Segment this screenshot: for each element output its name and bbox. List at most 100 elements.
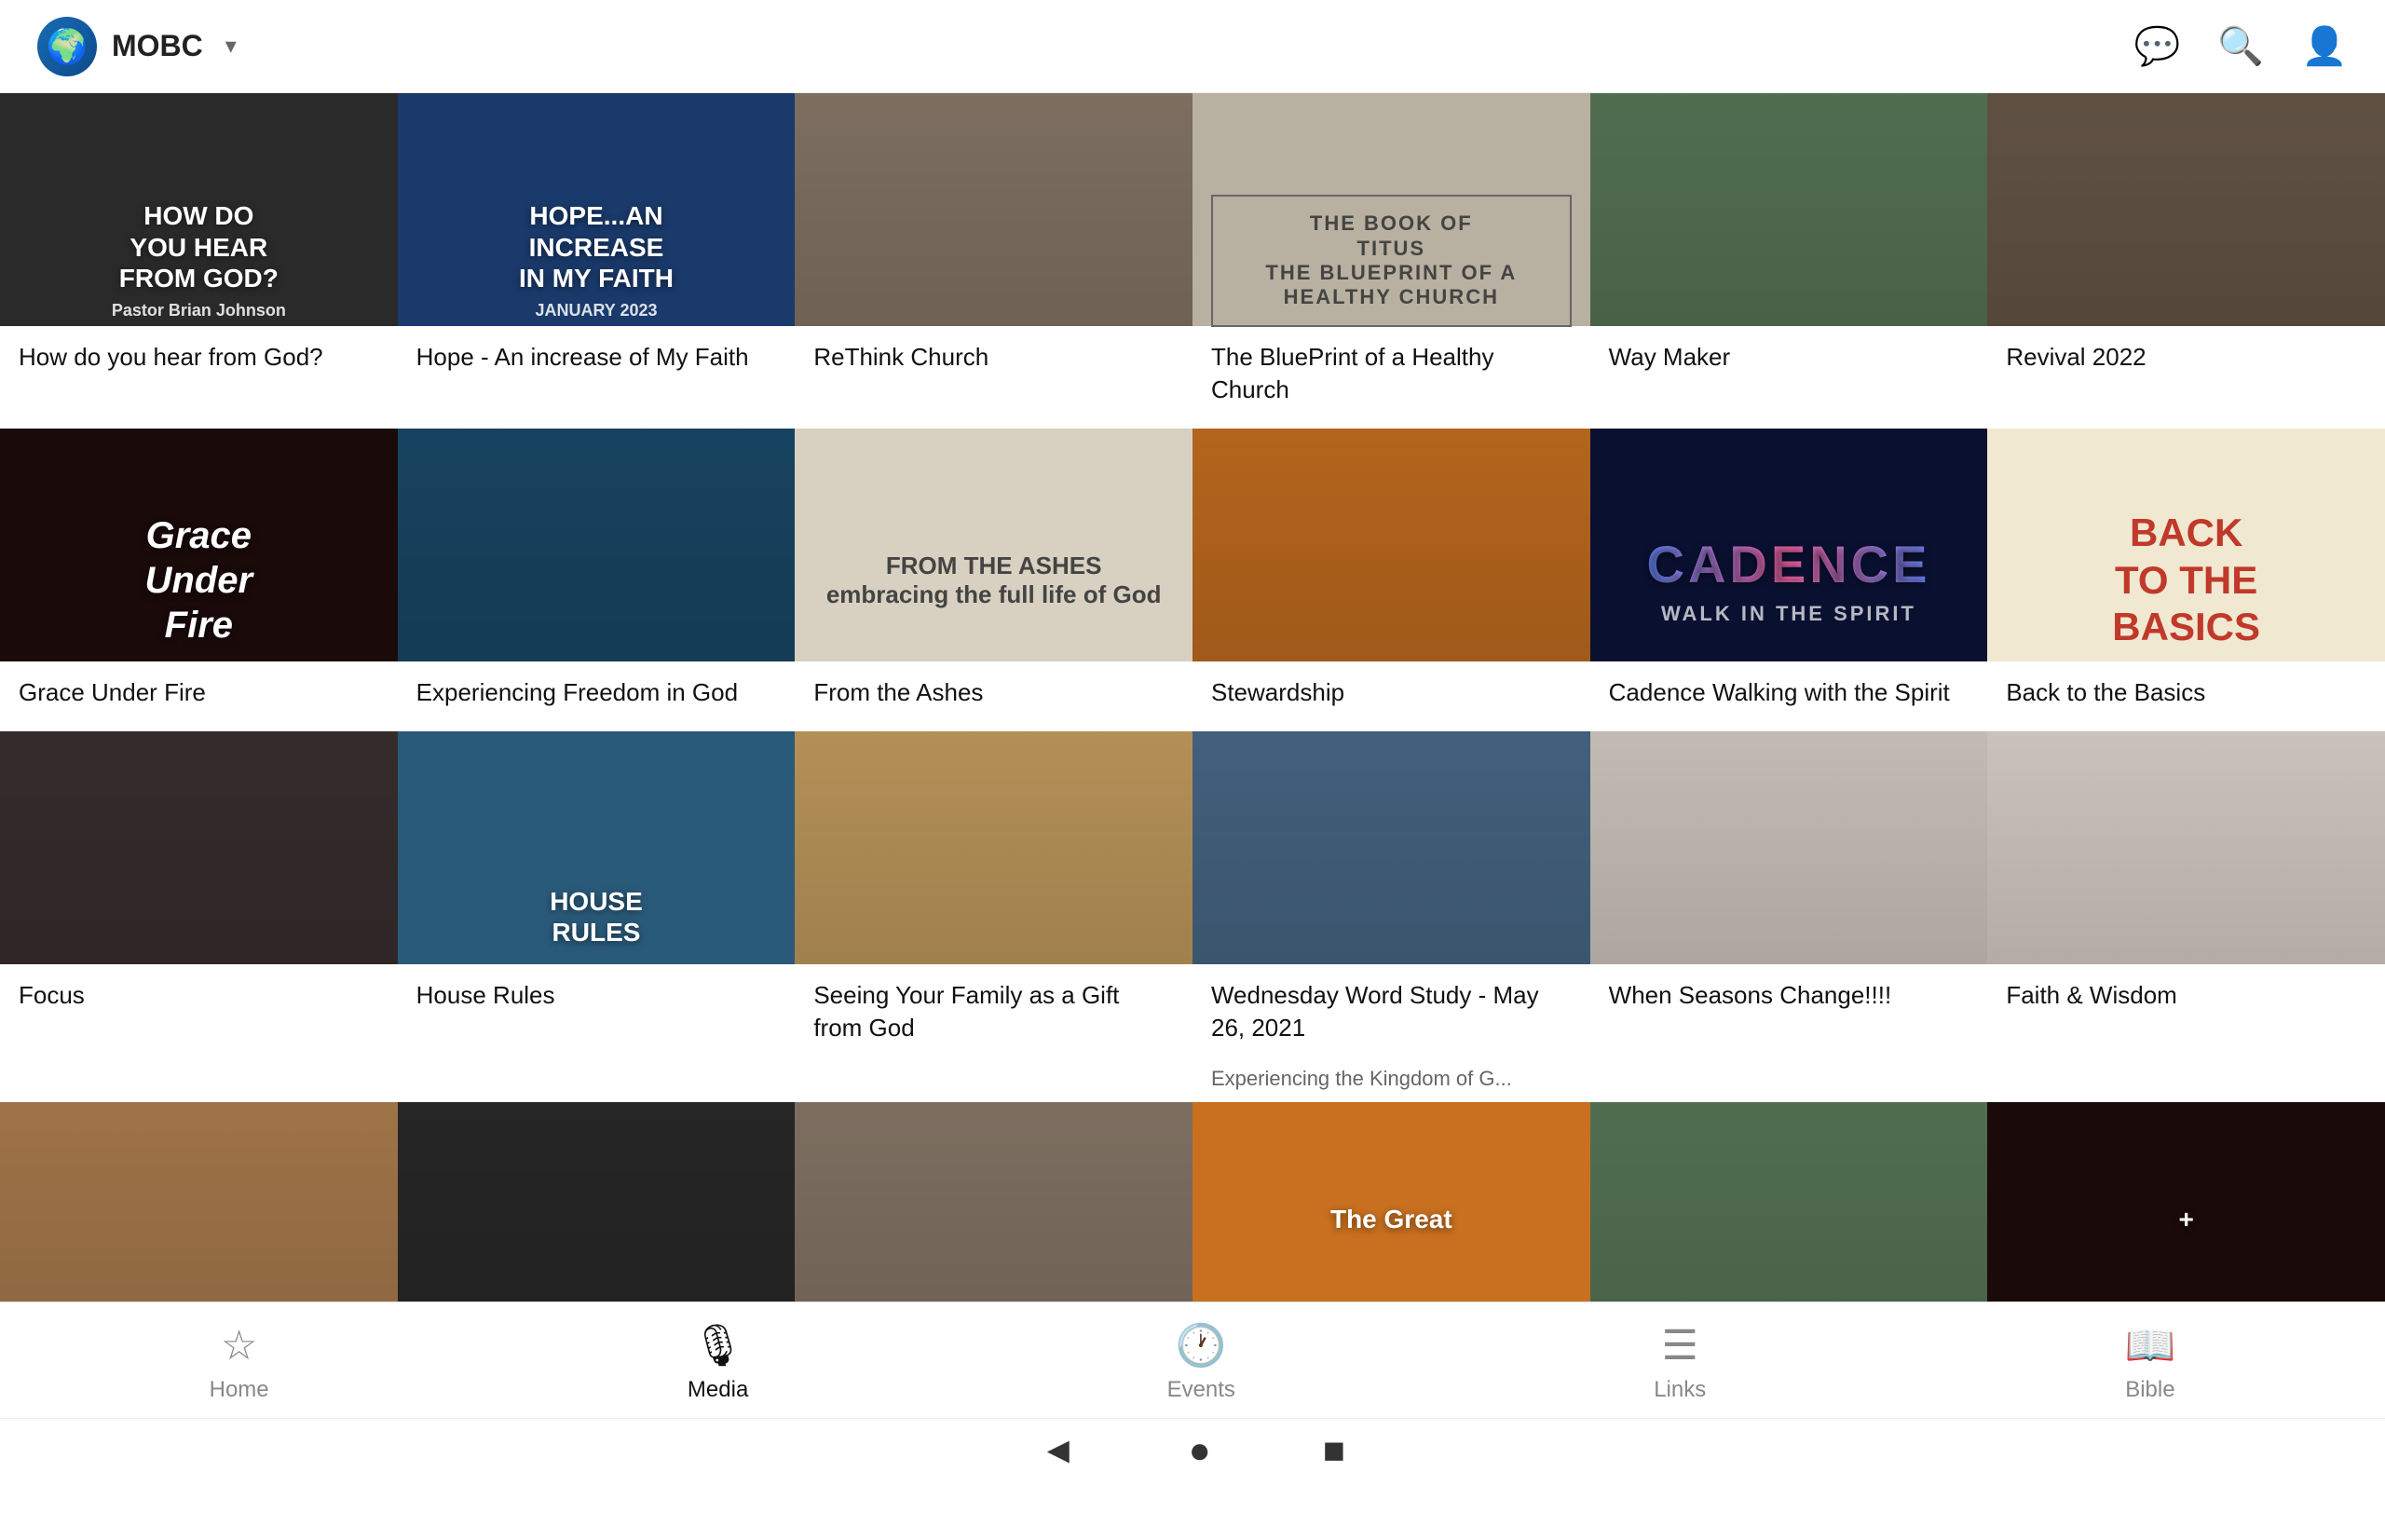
nav-tab-icon-bible: 📖 (2125, 1321, 2176, 1370)
grid-item-partial-3[interactable] (795, 1102, 1192, 1335)
grid-item-when-seasons-change[interactable]: When Seasons Change!!!! (1590, 731, 1988, 1102)
grid-item-rethink-church[interactable]: ReThink Church (795, 93, 1192, 429)
grid-row-3: The Great + (0, 1102, 2385, 1335)
item-title-seeing-family-gift: Seeing Your Family as a Gift from God (795, 964, 1192, 1067)
overlay-sub-hope-increase: JANUARY 2023 (535, 300, 657, 321)
thumbnail-house-rules: HOUSE RULES (398, 731, 796, 964)
overlay-main-back-to-basics: BACK TO THE BASICS (2112, 510, 2260, 650)
home-button[interactable]: ● (1189, 1430, 1211, 1472)
grid-item-partial-4[interactable]: The Great (1192, 1102, 1590, 1335)
thumbnail-partial-5 (1590, 1102, 1988, 1335)
item-title-experiencing-freedom: Experiencing Freedom in God (398, 661, 796, 731)
thumbnail-from-the-ashes: FROM THE ASHES embracing the full life o… (795, 429, 1192, 661)
overlay-partial-4: The Great (1192, 1102, 1590, 1335)
overlay-main-blueprint-healthy-church: THE BOOK OF TITUS THE BLUEPRINT OF A HEA… (1211, 195, 1572, 327)
overlay-main-how-do-you-hear: HOW DO YOU HEAR FROM GOD? (119, 200, 279, 294)
app-header: 🌍 MOBC ▾ 💬 🔍 👤 (0, 0, 2385, 93)
grid-item-way-maker[interactable]: Way Maker (1590, 93, 1988, 429)
nav-tab-icon-links: ☰ (1661, 1322, 1697, 1370)
grid-item-partial-1[interactable] (0, 1102, 398, 1335)
item-subtitle-wednesday-word-study: Experiencing the Kingdom of G... (1192, 1067, 1590, 1102)
grid-item-how-do-you-hear[interactable]: HOW DO YOU HEAR FROM GOD?Pastor Brian Jo… (0, 93, 398, 429)
thumbnail-partial-4: The Great (1192, 1102, 1590, 1335)
grid-item-from-the-ashes[interactable]: FROM THE ASHES embracing the full life o… (795, 429, 1192, 731)
item-title-revival-2022: Revival 2022 (1987, 326, 2385, 396)
grid-row-0: HOW DO YOU HEAR FROM GOD?Pastor Brian Jo… (0, 93, 2385, 429)
overlay-house-rules: HOUSE RULES (398, 731, 796, 1102)
overlay-partial-6: + (1987, 1102, 2385, 1335)
nav-tab-label-events: Events (1167, 1377, 1235, 1403)
header-actions: 💬 🔍 👤 (2134, 24, 2348, 68)
item-title-focus: Focus (0, 964, 398, 1034)
media-grid: HOW DO YOU HEAR FROM GOD?Pastor Brian Jo… (0, 93, 2385, 1335)
nav-tab-media[interactable]: 🎙 Media (632, 1321, 804, 1403)
nav-tab-icon-media: 🎙 (692, 1321, 744, 1370)
thumbnail-focus (0, 731, 398, 964)
grid-item-hope-increase[interactable]: HOPE...AN INCREASE IN MY FAITH JANUARY 20… (398, 93, 796, 429)
thumbnail-grace-under-fire: Grace Under Fire (0, 429, 398, 661)
thumbnail-partial-2 (398, 1102, 796, 1335)
overlay-how-do-you-hear: HOW DO YOU HEAR FROM GOD?Pastor Brian Jo… (0, 93, 398, 429)
search-icon[interactable]: 🔍 (2217, 24, 2264, 68)
grid-item-wednesday-word-study[interactable]: Wednesday Word Study - May 26, 2021Exper… (1192, 731, 1590, 1102)
recents-button[interactable]: ■ (1323, 1430, 1345, 1472)
thumbnail-when-seasons-change (1590, 731, 1988, 964)
overlay-main-partial-6: + (2178, 1204, 2193, 1235)
item-title-when-seasons-change: When Seasons Change!!!! (1590, 964, 1988, 1034)
item-title-way-maker: Way Maker (1590, 326, 1988, 396)
profile-icon[interactable]: 👤 (2301, 24, 2348, 68)
overlay-main-grace-under-fire: Grace Under Fire (145, 513, 253, 647)
thumbnail-faith-wisdom (1987, 731, 2385, 964)
grid-item-experiencing-freedom[interactable]: Experiencing Freedom in God (398, 429, 796, 731)
item-title-rethink-church: ReThink Church (795, 326, 1192, 396)
grid-item-stewardship[interactable]: Stewardship (1192, 429, 1590, 731)
thumbnail-blueprint-healthy-church: THE BOOK OF TITUS THE BLUEPRINT OF A HEA… (1192, 93, 1590, 326)
nav-tab-label-bible: Bible (2125, 1377, 2174, 1403)
thumbnail-partial-3 (795, 1102, 1192, 1335)
nav-tab-events[interactable]: 🕐 Events (1111, 1321, 1291, 1403)
grid-item-focus[interactable]: Focus (0, 731, 398, 1102)
thumbnail-how-do-you-hear: HOW DO YOU HEAR FROM GOD?Pastor Brian Jo… (0, 93, 398, 326)
overlay-grace-under-fire: Grace Under Fire (0, 429, 398, 731)
grid-item-cadence[interactable]: CADENCEWALK IN THE SPIRITCadence Walking… (1590, 429, 1988, 731)
grid-item-partial-6[interactable]: + (1987, 1102, 2385, 1335)
nav-tab-label-media: Media (688, 1377, 748, 1403)
nav-tab-links[interactable]: ☰ Links (1598, 1322, 1762, 1403)
thumbnail-cadence: CADENCE WALK IN THE SPIRIT (1590, 429, 1988, 661)
thumbnail-back-to-basics: BACK TO THE BASICS (1987, 429, 2385, 661)
item-title-wednesday-word-study: Wednesday Word Study - May 26, 2021 (1192, 964, 1590, 1067)
nav-tab-icon-home: ☆ (221, 1322, 257, 1370)
overlay-main-from-the-ashes: FROM THE ASHES embracing the full life o… (826, 552, 1162, 609)
thumbnail-rethink-church (795, 93, 1192, 326)
grid-item-seeing-family-gift[interactable]: Seeing Your Family as a Gift from God (795, 731, 1192, 1102)
nav-tab-icon-events: 🕐 (1176, 1321, 1227, 1370)
overlay-hope-increase: HOPE...AN INCREASE IN MY FAITH JANUARY 20… (398, 93, 796, 429)
overlay-main-hope-increase: HOPE...AN INCREASE IN MY FAITH (519, 200, 674, 294)
grid-row-2: FocusHOUSE RULESHouse RulesSeeing Your F… (0, 731, 2385, 1102)
grid-item-blueprint-healthy-church[interactable]: THE BOOK OF TITUS THE BLUEPRINT OF A HEA… (1192, 93, 1590, 429)
grid-item-house-rules[interactable]: HOUSE RULESHouse Rules (398, 731, 796, 1102)
org-name: MOBC (112, 29, 203, 63)
org-selector[interactable]: 🌍 MOBC ▾ (37, 17, 237, 76)
thumbnail-experiencing-freedom (398, 429, 796, 661)
overlay-back-to-basics: BACK TO THE BASICS (1987, 429, 2385, 731)
grid-item-partial-2[interactable] (398, 1102, 796, 1335)
overlay-main-house-rules: HOUSE RULES (550, 886, 643, 948)
grid-item-faith-wisdom[interactable]: Faith & Wisdom (1987, 731, 2385, 1102)
nav-tab-label-home: Home (210, 1377, 269, 1403)
overlay-main-cadence: CADENCE (1647, 533, 1931, 595)
thumbnail-stewardship (1192, 429, 1590, 661)
overlay-sub-cadence: WALK IN THE SPIRIT (1661, 601, 1916, 628)
nav-tab-label-links: Links (1654, 1377, 1706, 1403)
grid-item-partial-5[interactable] (1590, 1102, 1988, 1335)
grid-item-revival-2022[interactable]: Revival 2022 (1987, 93, 2385, 429)
nav-tab-bar: ☆ Home 🎙 Media 🕐 Events ☰ Links 📖 Bible (0, 1302, 2385, 1418)
thumbnail-partial-1 (0, 1102, 398, 1335)
nav-tab-home[interactable]: ☆ Home (154, 1322, 325, 1403)
chat-icon[interactable]: 💬 (2134, 24, 2181, 68)
grid-item-grace-under-fire[interactable]: Grace Under FireGrace Under Fire (0, 429, 398, 731)
back-button[interactable]: ◄ (1040, 1430, 1077, 1472)
grid-item-back-to-basics[interactable]: BACK TO THE BASICSBack to the Basics (1987, 429, 2385, 731)
nav-tab-bible[interactable]: 📖 Bible (2069, 1321, 2232, 1403)
thumbnail-wednesday-word-study (1192, 731, 1590, 964)
